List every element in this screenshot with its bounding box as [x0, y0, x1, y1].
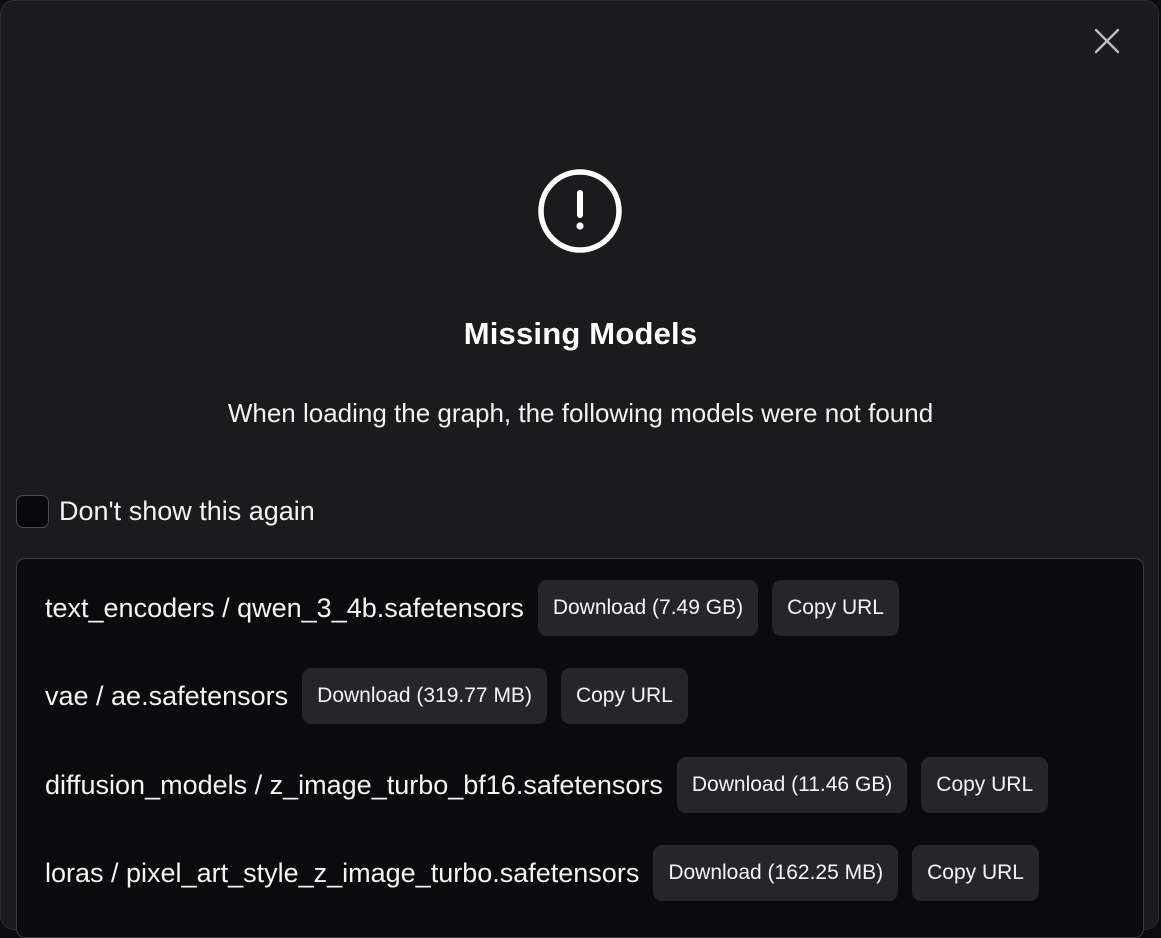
dont-show-again-option[interactable]: Don't show this again: [16, 494, 315, 528]
download-button[interactable]: Download (7.49 GB): [537, 580, 759, 636]
model-name: vae / ae.safetensors: [45, 680, 289, 711]
model-name: loras / pixel_art_style_z_image_turbo.sa…: [45, 857, 640, 888]
missing-models-list: text_encoders / qwen_3_4b.safetensors Do…: [16, 558, 1144, 938]
copy-url-button[interactable]: Copy URL: [912, 845, 1039, 901]
model-name: text_encoders / qwen_3_4b.safetensors: [45, 592, 524, 623]
dont-show-again-label: Don't show this again: [59, 496, 315, 526]
model-row: diffusion_models / z_image_turbo_bf16.sa…: [45, 757, 1062, 813]
dont-show-again-checkbox[interactable]: [16, 494, 49, 528]
download-button[interactable]: Download (162.25 MB): [653, 845, 899, 901]
download-button[interactable]: Download (11.46 GB): [676, 757, 908, 813]
exclamation-circle-icon: [537, 168, 623, 254]
model-row: text_encoders / qwen_3_4b.safetensors Do…: [45, 580, 913, 636]
dialog-title: Missing Models: [463, 316, 698, 351]
copy-url-button[interactable]: Copy URL: [921, 757, 1049, 813]
model-row: loras / pixel_art_style_z_image_turbo.sa…: [45, 845, 1053, 901]
copy-url-button[interactable]: Copy URL: [560, 668, 688, 724]
close-icon: [1094, 28, 1120, 54]
dialog-subtitle: When loading the graph, the following mo…: [227, 398, 934, 428]
copy-url-button[interactable]: Copy URL: [772, 580, 899, 636]
download-button[interactable]: Download (319.77 MB): [302, 668, 547, 724]
close-button[interactable]: [1091, 25, 1123, 57]
missing-models-dialog: Missing Models When loading the graph, t…: [0, 0, 1159, 938]
model-name: diffusion_models / z_image_turbo_bf16.sa…: [45, 769, 663, 800]
model-row: vae / ae.safetensors Download (319.77 MB…: [45, 668, 702, 724]
